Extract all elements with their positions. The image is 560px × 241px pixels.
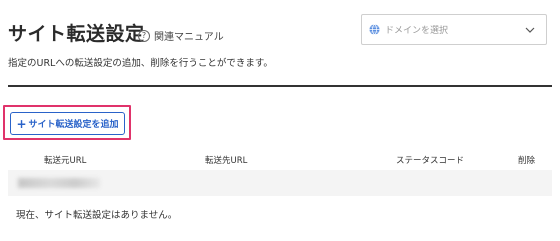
add-redirect-button-label: サイト転送設定を追加 — [28, 120, 119, 130]
column-header-source-url: 転送元URL — [44, 156, 87, 166]
page-description: 指定のURLへの転送設定の追加、削除を行うことができます。 — [8, 58, 273, 69]
domain-select[interactable]: ドメインを選択 — [361, 14, 547, 45]
domain-select-placeholder: ドメインを選択 — [385, 26, 449, 36]
column-header-destination-url: 転送先URL — [205, 156, 248, 166]
page-title: サイト転送設定 — [8, 23, 145, 45]
globe-icon — [369, 24, 380, 35]
blurred-content — [18, 178, 100, 188]
table-row-placeholder — [8, 170, 552, 196]
question-circle-icon: ? — [138, 29, 150, 42]
column-header-delete: 削除 — [518, 156, 536, 166]
empty-state-message: 現在、サイト転送設定はありません。 — [16, 210, 178, 221]
chevron-down-icon — [525, 27, 535, 33]
help-link[interactable]: ? 関連マニュアル — [138, 28, 224, 43]
column-header-status-code: ステータスコード — [396, 156, 465, 166]
help-link-label: 関連マニュアル — [154, 32, 224, 43]
plus-icon: + — [16, 116, 27, 131]
add-redirect-button[interactable]: + サイト転送設定を追加 — [10, 112, 125, 135]
divider — [8, 85, 552, 87]
